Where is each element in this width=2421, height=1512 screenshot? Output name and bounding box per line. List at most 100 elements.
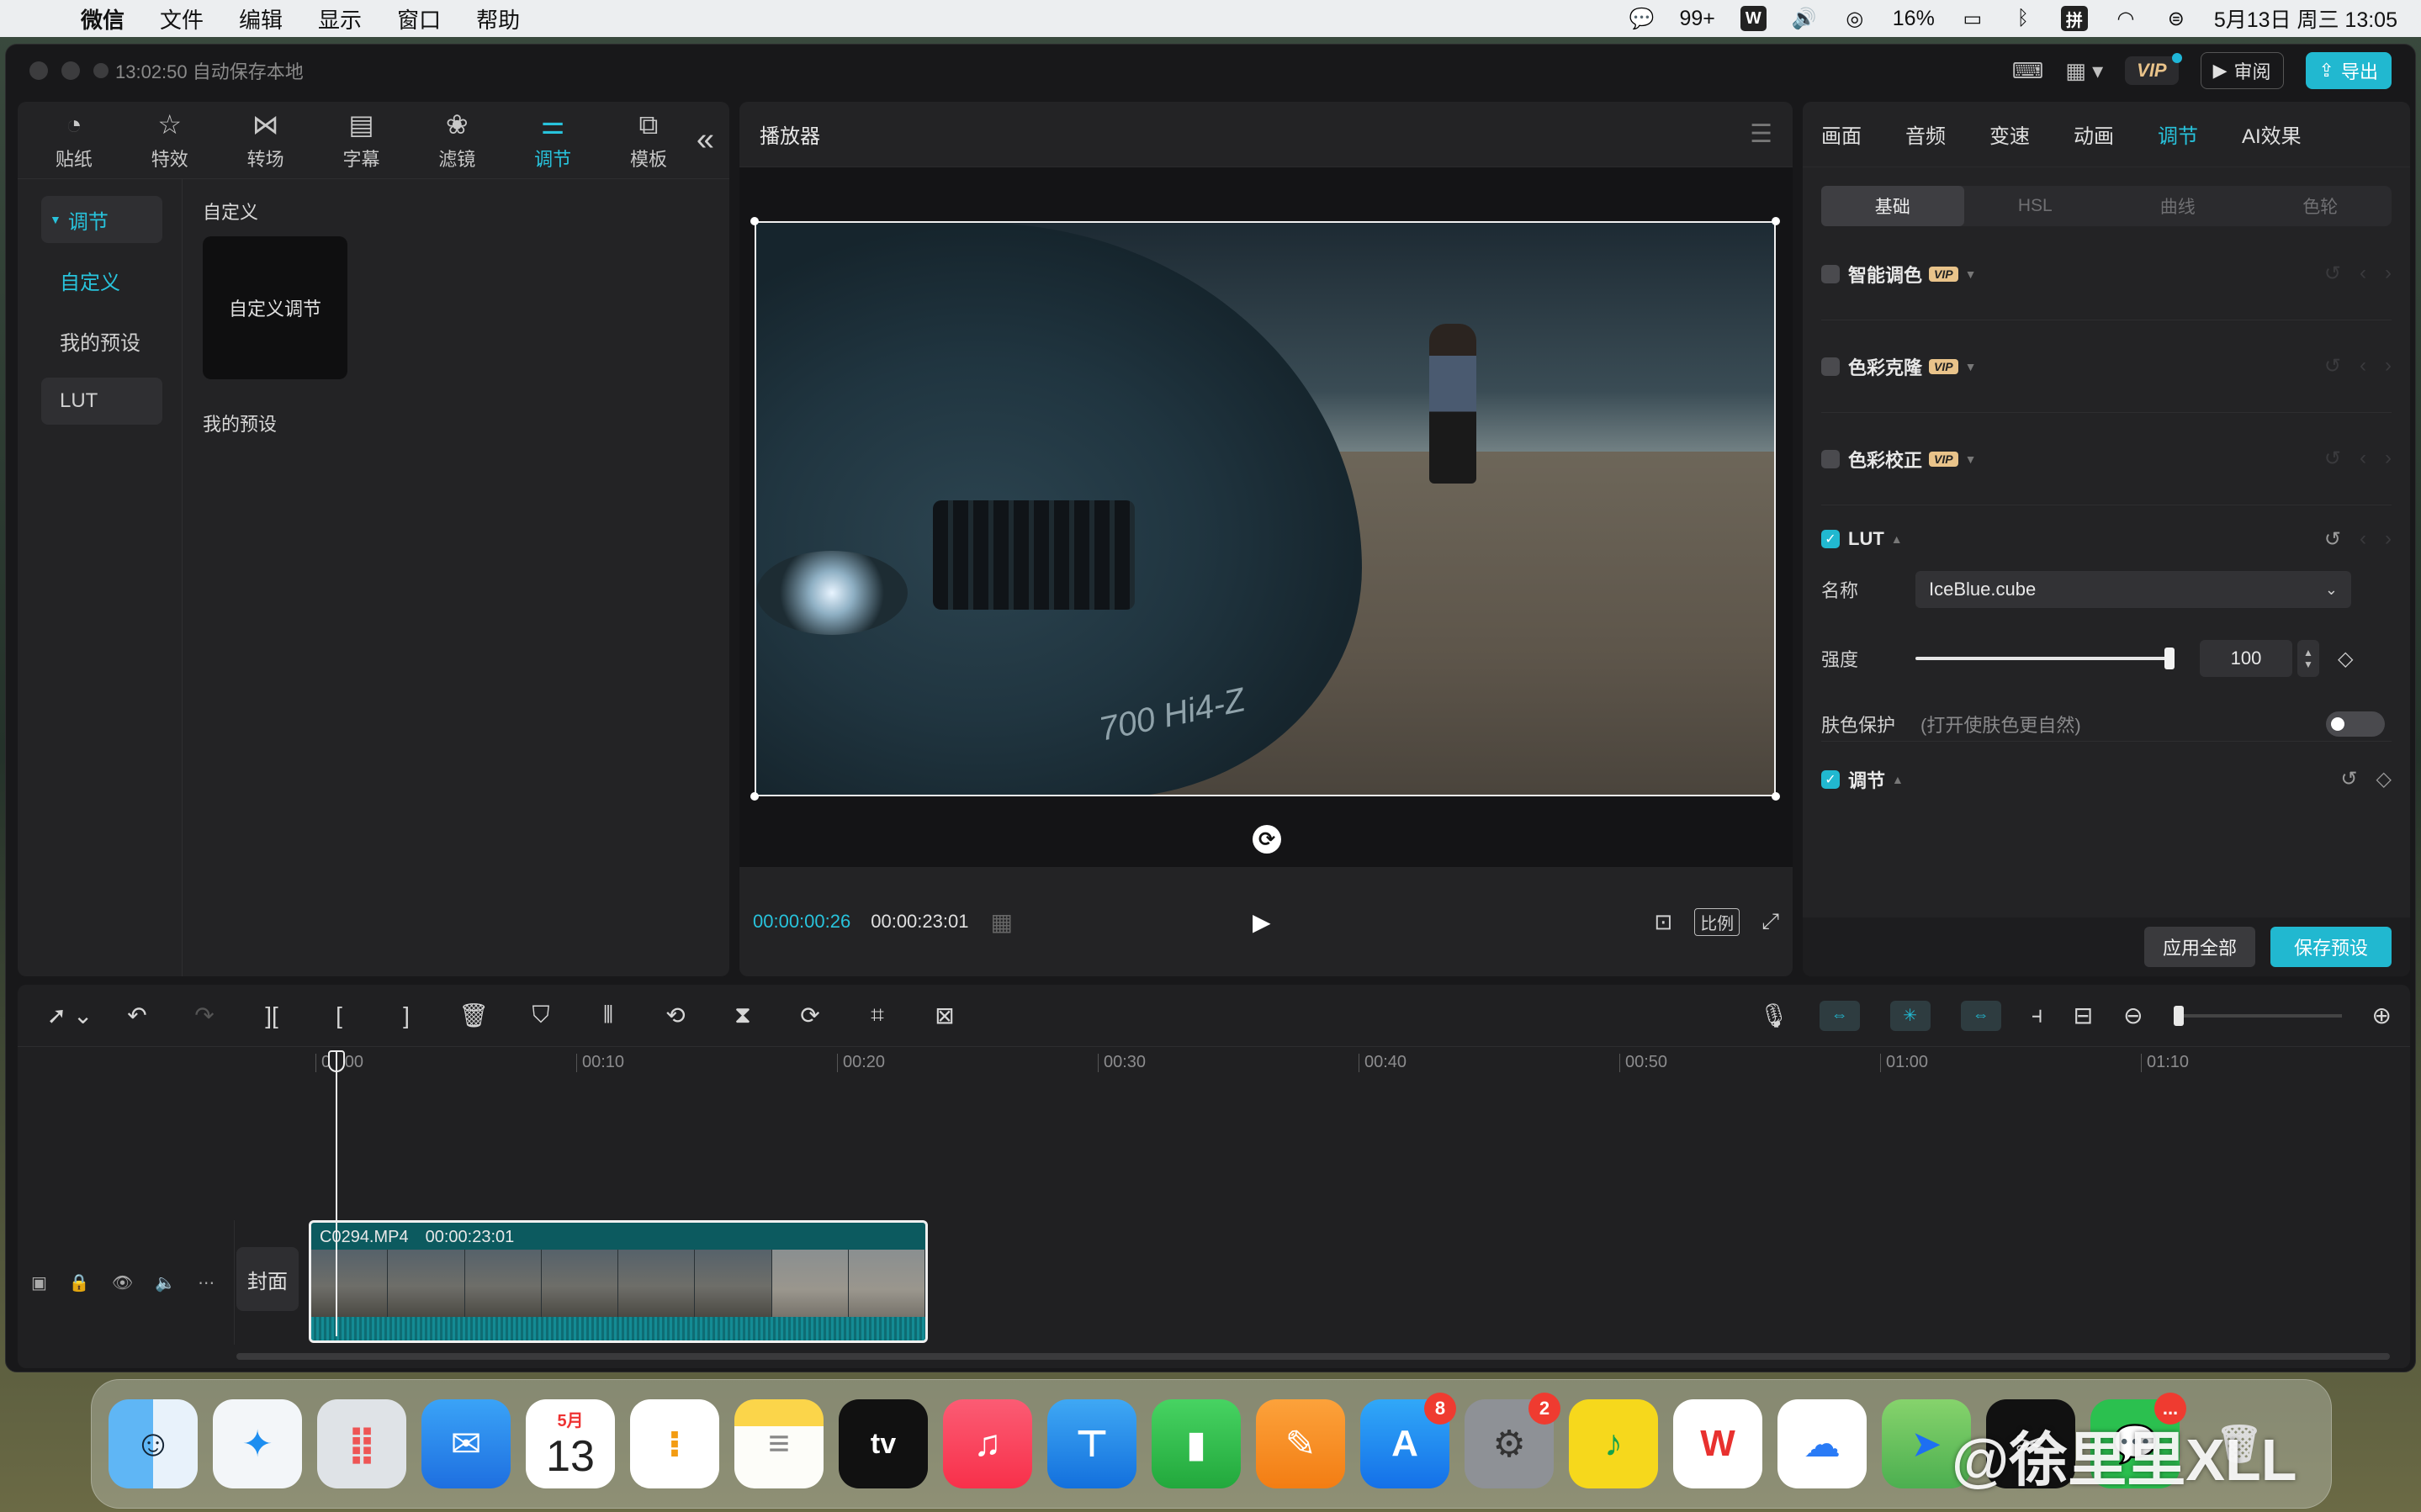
wechat-tray-icon[interactable]: 💬 [1629, 6, 1655, 31]
freeze-icon[interactable]: ⫴ [575, 1002, 642, 1029]
tab-speed[interactable]: 变速 [1989, 119, 2030, 149]
play-icon[interactable]: ▶ [1253, 908, 1271, 936]
prev-keyframe-icon[interactable]: ‹ [2360, 527, 2366, 552]
menu-edit[interactable]: 编辑 [239, 3, 283, 34]
skin-protect-toggle[interactable] [2326, 711, 2385, 737]
stepper-up-icon[interactable]: ▲ [2303, 647, 2313, 658]
smart-crop-icon[interactable]: ⊠ [911, 1002, 978, 1029]
reminders-icon[interactable]: ⁝ [630, 1399, 719, 1488]
tab-adjust-inspector[interactable]: 调节 [2158, 119, 2198, 149]
prev-keyframe-icon[interactable]: ‹ [2360, 354, 2366, 378]
adjust-checkbox[interactable]: ✓ [1821, 769, 1840, 789]
track-toggle-icon[interactable]: ▣ [31, 1272, 47, 1293]
system-settings-icon[interactable]: ⚙ 2 [1465, 1393, 1560, 1488]
more-icon[interactable]: ⋯ [198, 1272, 215, 1293]
tab-effects[interactable]: ☆ 特效 [122, 109, 218, 172]
mail-icon[interactable]: ✉ [421, 1399, 511, 1488]
menubar-clock[interactable]: 5月13日 周三 13:05 [2214, 3, 2397, 34]
crop-icon[interactable]: ⌗ [844, 1002, 911, 1029]
calendar-icon[interactable]: 5月 13 [526, 1399, 615, 1488]
strength-input[interactable]: 100 [2200, 640, 2292, 677]
main-track-magnet-icon[interactable]: ⇔ [1819, 1000, 1860, 1031]
strength-stepper[interactable]: ▲ ▼ [2297, 640, 2319, 677]
airdrop-icon[interactable]: ◎ [1842, 6, 1867, 31]
bluetooth-icon[interactable]: ᛒ [2010, 6, 2036, 31]
rotate-icon[interactable]: ⟳ [1253, 825, 1281, 854]
numbers-icon[interactable]: ▮ [1152, 1399, 1241, 1488]
preview-axis-icon[interactable]: ⫞ [2032, 1002, 2043, 1029]
menu-file[interactable]: 文件 [160, 3, 204, 34]
collapse-panel-icon[interactable]: « [697, 122, 714, 158]
rotate-clip-icon[interactable]: ⟳ [776, 1002, 844, 1029]
wifi-icon[interactable]: ◠ [2113, 6, 2138, 31]
collapse-caret-icon[interactable]: ▲ [1891, 532, 1903, 546]
lut-checkbox[interactable]: ✓ [1821, 530, 1840, 548]
timecode-format-icon[interactable]: ▦ [990, 908, 1012, 936]
notes-icon[interactable]: ≡ [734, 1399, 824, 1488]
auto-snap-icon[interactable]: ✳ [1889, 1000, 1931, 1031]
tab-ai-effects[interactable]: AI效果 [2242, 119, 2302, 149]
stepper-down-icon[interactable]: ▼ [2303, 658, 2313, 670]
timeline-scrollbar[interactable] [236, 1353, 2390, 1360]
player-menu-icon[interactable]: ☰ [1750, 119, 1772, 149]
menu-window[interactable]: 窗口 [397, 3, 441, 34]
delete-icon[interactable]: 🗑 [440, 1002, 507, 1029]
player-viewport[interactable]: 700 Hi4-Z ⟳ [739, 167, 1793, 867]
reset-icon[interactable]: ↺ [2324, 262, 2341, 286]
reset-icon[interactable]: ↺ [2340, 767, 2357, 791]
crop-handle-top-right[interactable] [1772, 217, 1780, 225]
video-preview[interactable]: 700 Hi4-Z [755, 221, 1776, 796]
microphone-icon[interactable]: 🎙 [1759, 1002, 1789, 1029]
undo-icon[interactable]: ↶ [103, 1002, 171, 1029]
menu-app-name[interactable]: 微信 [81, 3, 124, 34]
screenshot-icon[interactable]: ⊡ [1654, 909, 1672, 935]
cloud-drive-icon[interactable]: ☁ [1777, 1399, 1867, 1488]
menu-help[interactable]: 帮助 [476, 3, 520, 34]
subtab-curves[interactable]: 曲线 [2106, 186, 2249, 226]
trim-right-icon[interactable]: ] [373, 1002, 440, 1029]
smart-color-checkbox[interactable] [1821, 264, 1840, 283]
tab-animation[interactable]: 动画 [2074, 119, 2114, 149]
review-button[interactable]: ▶ 审阅 [2200, 52, 2284, 89]
app-store-icon[interactable]: A 8 [1360, 1393, 1456, 1488]
safari-icon[interactable]: ✦ [213, 1399, 302, 1488]
music-icon[interactable]: ♫ [943, 1399, 1032, 1488]
tab-picture[interactable]: 画面 [1821, 119, 1862, 149]
collapse-caret-icon[interactable]: ▲ [1892, 773, 1904, 786]
pages-icon[interactable]: ✎ [1256, 1399, 1345, 1488]
tab-audio[interactable]: 音频 [1905, 119, 1946, 149]
nav-item-my-presets[interactable]: 我的预设 [41, 317, 162, 364]
menu-view[interactable]: 显示 [318, 3, 362, 34]
expand-caret-icon[interactable]: ▼ [1965, 452, 1977, 466]
close-window-button[interactable] [29, 61, 48, 80]
crop-handle-top-left[interactable] [750, 217, 759, 225]
reverse-icon[interactable]: ⟲ [642, 1002, 709, 1029]
keynote-icon[interactable]: ⊤ [1047, 1399, 1136, 1488]
lock-icon[interactable]: 🔒 [69, 1272, 90, 1293]
subtab-hsl[interactable]: HSL [1964, 186, 2107, 226]
trim-left-icon[interactable]: [ [305, 1002, 373, 1029]
apple-tv-icon[interactable]: tv [839, 1399, 928, 1488]
linkage-icon[interactable]: ⇔ [1960, 1000, 2001, 1031]
minimize-window-button[interactable] [61, 61, 80, 80]
keyframe-diamond-icon[interactable]: ◇ [2376, 767, 2392, 791]
strength-slider[interactable] [1915, 657, 2169, 660]
redo-icon[interactable]: ↷ [171, 1002, 238, 1029]
timeline-zoom-slider[interactable] [2173, 1005, 2342, 1026]
battery-icon[interactable]: ▭ [1960, 6, 1985, 31]
video-clip[interactable]: C0294.MP4 00:00:23:01 [309, 1220, 928, 1343]
reset-icon[interactable]: ↺ [2324, 447, 2341, 471]
expand-caret-icon[interactable]: ▼ [1965, 360, 1977, 373]
zoom-in-icon[interactable]: ⊕ [2372, 1002, 2392, 1029]
vip-badge[interactable]: VIP [2125, 53, 2183, 85]
layout-icon[interactable]: ▦ ▾ [2065, 58, 2103, 84]
keyframe-diamond-icon[interactable]: ◇ [2338, 647, 2353, 671]
shortcut-keyboard-icon[interactable]: ⌨ [2012, 58, 2044, 84]
nav-item-custom[interactable]: 自定义 [41, 256, 162, 304]
crop-handle-bottom-left[interactable] [750, 792, 759, 801]
tab-filter[interactable]: ❀ 滤镜 [409, 109, 505, 172]
prev-keyframe-icon[interactable]: ‹ [2360, 262, 2366, 286]
cover-button[interactable]: 封面 [236, 1247, 299, 1311]
mark-icon[interactable]: ⛉ [507, 1002, 575, 1029]
color-correct-checkbox[interactable] [1821, 449, 1840, 468]
